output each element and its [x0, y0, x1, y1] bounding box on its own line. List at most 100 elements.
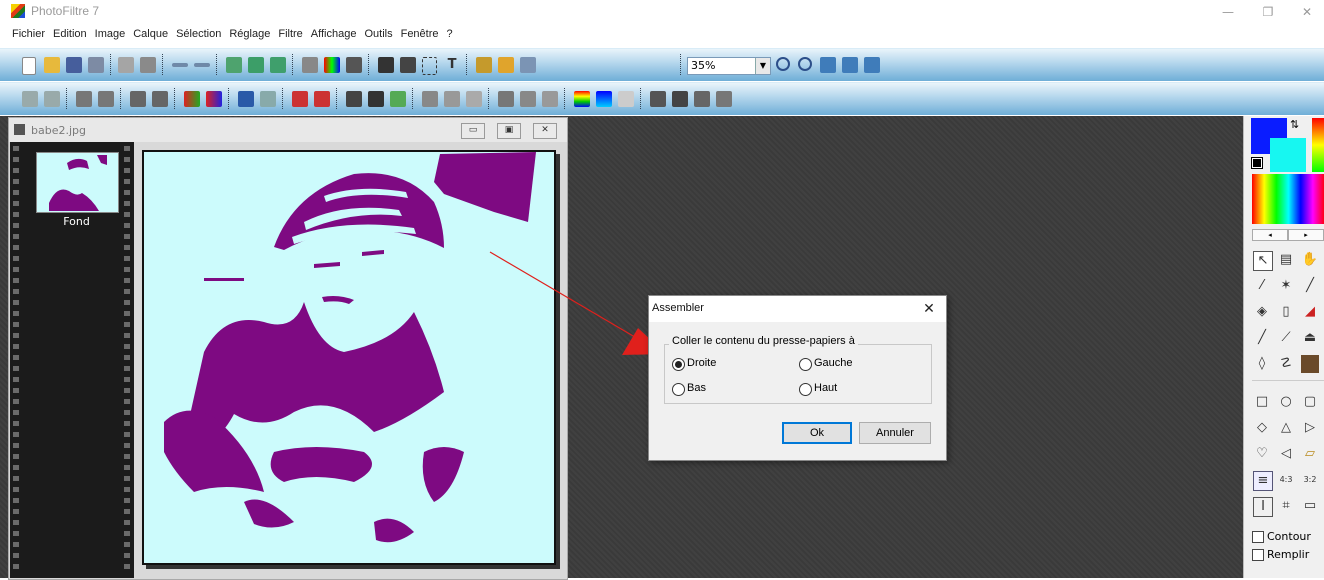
scroll-left-icon[interactable]: ◂: [1252, 229, 1288, 241]
canvas-size-icon[interactable]: [400, 57, 416, 73]
clone-tool-icon[interactable]: [1301, 355, 1319, 373]
remplir-checkbox[interactable]: [1252, 549, 1264, 561]
redo-icon[interactable]: [194, 63, 210, 67]
crop-icon[interactable]: ⌗: [1277, 497, 1295, 515]
balance-icon[interactable]: [260, 91, 276, 107]
select-mode-icon[interactable]: ≡: [1253, 471, 1273, 491]
levels-icon[interactable]: [238, 91, 254, 107]
ok-button[interactable]: Ok: [782, 422, 852, 444]
contrast-minus-icon[interactable]: [76, 91, 92, 107]
frame-4-icon[interactable]: [716, 91, 732, 107]
paste-icon[interactable]: [226, 57, 242, 73]
gamma-plus-icon[interactable]: [152, 91, 168, 107]
stamp-tool-icon[interactable]: ⏏: [1301, 329, 1319, 347]
save-icon[interactable]: [66, 57, 82, 73]
save-as-icon[interactable]: [88, 57, 104, 73]
rounded-rect-icon[interactable]: ▢: [1301, 393, 1319, 411]
cancel-button[interactable]: Annuler: [859, 422, 931, 444]
ellipse-icon[interactable]: ○: [1277, 393, 1295, 411]
menu-reglage[interactable]: Réglage: [225, 22, 274, 46]
saturation-plus-icon[interactable]: [206, 91, 222, 107]
menu-filtre[interactable]: Filtre: [274, 22, 306, 46]
gradient-2-icon[interactable]: [596, 91, 612, 107]
dialog-close-icon[interactable]: ✕: [917, 300, 941, 318]
emboss-icon[interactable]: [498, 91, 514, 107]
text-icon[interactable]: T: [444, 57, 460, 73]
pointer-tool-icon[interactable]: ↖: [1253, 251, 1273, 271]
text-cursor-icon[interactable]: I: [1253, 497, 1273, 517]
auto-gamma-icon[interactable]: [292, 91, 308, 107]
chevron-down-icon[interactable]: ▼: [755, 58, 770, 74]
sharpen-icon[interactable]: [466, 91, 482, 107]
gradient-icon[interactable]: [574, 91, 590, 107]
open-folder-icon[interactable]: [44, 57, 60, 73]
gamma-minus-icon[interactable]: [130, 91, 146, 107]
drop-plus-icon[interactable]: [542, 91, 558, 107]
scan-icon[interactable]: [140, 57, 156, 73]
layer-thumbnail[interactable]: [36, 152, 119, 213]
swap-colors-icon[interactable]: ⇅: [1290, 118, 1299, 131]
new-file-icon[interactable]: [22, 57, 36, 75]
actual-size-icon[interactable]: [842, 57, 858, 73]
spray-tool-icon[interactable]: ▯: [1277, 303, 1295, 321]
maximize-button[interactable]: ❐: [1253, 4, 1283, 20]
ratio-43-icon[interactable]: 4:3: [1277, 471, 1295, 489]
layer-icon[interactable]: [302, 57, 318, 73]
menu-calque[interactable]: Calque: [129, 22, 172, 46]
contour-checkbox[interactable]: [1252, 531, 1264, 543]
brush-tool-icon[interactable]: ╱: [1253, 329, 1271, 347]
menu-selection[interactable]: Sélection: [172, 22, 225, 46]
selection-icon[interactable]: [422, 57, 437, 75]
cut-icon[interactable]: [270, 57, 286, 73]
radio-gauche[interactable]: [799, 358, 812, 371]
frame-tool-icon[interactable]: ▭: [1301, 497, 1319, 515]
triangle-right-icon[interactable]: ▷: [1301, 419, 1319, 437]
undo-icon[interactable]: [172, 63, 188, 67]
close-button[interactable]: ✕: [1292, 4, 1322, 20]
color-spectrum[interactable]: [1252, 174, 1324, 224]
menu-help[interactable]: ?: [443, 22, 457, 46]
fit-image-icon[interactable]: [820, 57, 836, 73]
minimize-button[interactable]: —: [1213, 4, 1243, 20]
texture-icon[interactable]: [618, 91, 634, 107]
zoom-in-icon[interactable]: [776, 57, 790, 71]
transparency-icon[interactable]: [346, 57, 362, 73]
brush-plus-tool-icon[interactable]: ⟋: [1277, 329, 1295, 347]
smudge-tool-icon[interactable]: ☡: [1277, 355, 1295, 373]
blur-drop-tool-icon[interactable]: ◊: [1253, 355, 1271, 373]
menu-image[interactable]: Image: [91, 22, 130, 46]
fullscreen-icon[interactable]: [864, 57, 880, 73]
move-tool-icon[interactable]: ▤: [1277, 251, 1295, 269]
menu-fichier[interactable]: Fichier: [0, 22, 49, 46]
auto-contrast-icon[interactable]: [314, 91, 330, 107]
rectangle-icon[interactable]: □: [1253, 393, 1271, 411]
magic-wand-icon[interactable]: ✶: [1277, 277, 1295, 295]
doc-restore-button[interactable]: ▣: [497, 123, 521, 139]
background-color-swatch[interactable]: [1270, 138, 1306, 172]
default-colors-icon[interactable]: [1251, 157, 1263, 169]
plugin-icon[interactable]: [476, 57, 492, 73]
eraser-tool-icon[interactable]: ◢: [1301, 303, 1319, 321]
diamond-icon[interactable]: ◇: [1253, 419, 1271, 437]
polygon-icon[interactable]: ◁: [1277, 445, 1295, 463]
filter-2-icon[interactable]: [368, 91, 384, 107]
line-tool-icon[interactable]: ╱: [1301, 277, 1319, 295]
saturation-minus-icon[interactable]: [184, 91, 200, 107]
frame-2-icon[interactable]: [672, 91, 688, 107]
menu-affichage[interactable]: Affichage: [307, 22, 361, 46]
brightness-minus-icon[interactable]: [22, 91, 38, 107]
doc-minimize-button[interactable]: ▭: [461, 123, 485, 139]
fill-tool-icon[interactable]: ◈: [1253, 303, 1271, 321]
open-shape-icon[interactable]: ▱: [1301, 445, 1319, 463]
hand-tool-icon[interactable]: ✋: [1301, 251, 1319, 269]
radio-droite[interactable]: [672, 358, 685, 371]
soften-icon[interactable]: [444, 91, 460, 107]
triangle-icon[interactable]: △: [1277, 419, 1295, 437]
menu-fenetre[interactable]: Fenêtre: [397, 22, 443, 46]
image-size-icon[interactable]: [378, 57, 394, 73]
copy-icon[interactable]: [248, 57, 264, 73]
radio-haut[interactable]: [799, 383, 812, 396]
blur-icon[interactable]: [422, 91, 438, 107]
lasso-icon[interactable]: ♡: [1253, 445, 1271, 463]
contrast-plus-icon[interactable]: [98, 91, 114, 107]
